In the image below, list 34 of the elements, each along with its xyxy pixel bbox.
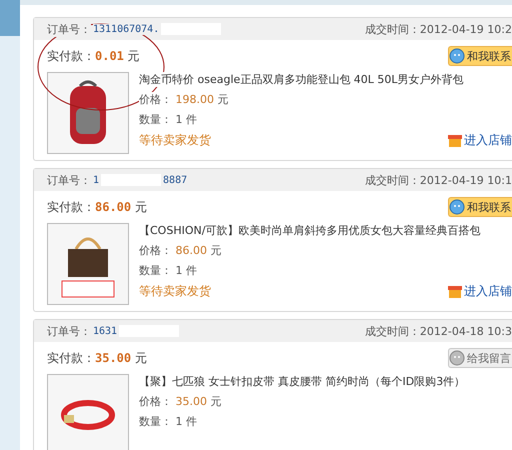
product-price: 价格： 86.00 元 bbox=[139, 243, 222, 258]
deal-time: 成交时间：2012-04-19 10:2 bbox=[364, 22, 512, 36]
order-status: 等待卖家发货 bbox=[139, 132, 211, 149]
enter-store-link[interactable]: 进入店铺 bbox=[448, 283, 512, 300]
product-quantity: 数量： 1 件 bbox=[139, 112, 197, 127]
belt-photo bbox=[61, 400, 115, 430]
product-quantity: 数量： 1 件 bbox=[139, 263, 197, 278]
order-status: 等待卖家发货 bbox=[139, 283, 211, 300]
contact-seller-button[interactable]: 给我留言 bbox=[448, 348, 512, 368]
paid-amount: 实付款：86.00 元 bbox=[47, 198, 147, 216]
smiley-icon bbox=[449, 350, 465, 366]
smiley-icon bbox=[449, 48, 465, 64]
contact-seller-button[interactable]: 和我联系 bbox=[448, 197, 512, 217]
order-number: 1311067074. bbox=[93, 24, 160, 34]
shop-icon bbox=[448, 286, 462, 298]
enter-store-link[interactable]: 进入店铺 bbox=[448, 132, 512, 149]
product-title[interactable]: 淘金币特价 oseagle正品双肩多功能登山包 40L 50L男女户外背包 bbox=[139, 72, 464, 87]
product-price: 价格： 35.00 元 bbox=[139, 394, 222, 409]
paid-amount: 实付款：0.01 元 bbox=[47, 48, 140, 64]
deal-time: 成交时间：2012-04-18 10:3 bbox=[364, 324, 512, 338]
paid-amount: 实付款：35.00 元 bbox=[47, 350, 147, 366]
product-price: 价格： 198.00 元 bbox=[139, 92, 228, 107]
product-thumbnail[interactable] bbox=[47, 223, 129, 305]
product-quantity: 数量： 1 件 bbox=[139, 414, 197, 429]
order-number: 1631 bbox=[93, 326, 118, 336]
order-number-label: 订单号： bbox=[47, 22, 91, 36]
product-thumbnail[interactable] bbox=[47, 374, 129, 450]
shop-icon bbox=[448, 134, 462, 146]
contact-seller-button[interactable]: 和我联系 bbox=[448, 46, 512, 66]
product-thumbnail[interactable] bbox=[47, 72, 129, 154]
smiley-icon bbox=[449, 199, 465, 215]
order-number: 8887 bbox=[163, 174, 188, 186]
order-number: 1 bbox=[93, 174, 100, 186]
deal-time: 成交时间：2012-04-19 10:1 bbox=[364, 172, 512, 188]
